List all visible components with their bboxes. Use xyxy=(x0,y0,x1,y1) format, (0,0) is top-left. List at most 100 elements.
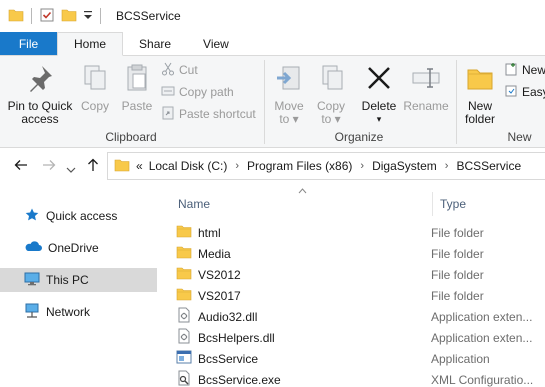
nav-item-label: Network xyxy=(46,305,91,319)
copy-to-label-2: to ▾ xyxy=(321,112,341,126)
address-folder-icon xyxy=(114,157,130,176)
folder-icon xyxy=(176,223,192,242)
move-to-icon xyxy=(270,62,308,97)
customize-toolbar-icon[interactable] xyxy=(83,9,93,24)
copy-label: Copy xyxy=(80,99,109,113)
file-list: Name Type html File folder Media File folde… xyxy=(160,186,545,387)
file-name: VS2012 xyxy=(198,267,241,282)
delete-dropdown-icon: ▾ xyxy=(376,114,382,124)
delete-button[interactable]: Delete ▾ xyxy=(360,62,398,126)
copy-button[interactable]: Copy xyxy=(78,62,112,113)
file-type: File folder xyxy=(431,267,484,282)
file-type: File folder xyxy=(431,288,484,303)
rename-icon xyxy=(402,62,450,97)
organize-group-label: Organize xyxy=(334,130,384,144)
back-arrow-icon[interactable] xyxy=(14,158,28,175)
delete-label: Delete xyxy=(361,99,397,113)
file-name-cell: html xyxy=(176,223,431,242)
file-row[interactable]: VS2012 File folder xyxy=(176,264,545,285)
breadcrumb-program-files[interactable]: Program Files (x86) xyxy=(247,159,352,173)
address-bar[interactable]: « Local Disk (C:) › Program Files (x86) … xyxy=(107,152,545,180)
easy-access-button[interactable]: Easy xyxy=(504,82,545,102)
file-row[interactable]: VS2017 File folder xyxy=(176,285,545,306)
pin-icon xyxy=(4,62,76,97)
new-item-icon xyxy=(504,62,518,79)
cloud-icon xyxy=(24,239,42,258)
move-to-label-2: to ▾ xyxy=(279,112,299,126)
paste-shortcut-button[interactable]: Paste shortcut xyxy=(161,104,256,124)
new-folder-qa-icon[interactable] xyxy=(61,7,77,26)
properties-icon[interactable] xyxy=(39,7,55,26)
file-name-cell: VS2012 xyxy=(176,265,431,284)
ribbon: Pin to Quick access Copy Paste Cut Copy … xyxy=(0,56,545,148)
star-icon xyxy=(24,207,40,226)
paste-icon xyxy=(118,62,156,97)
breadcrumb-separator-icon[interactable]: › xyxy=(445,160,449,172)
tab-home[interactable]: Home xyxy=(57,32,124,56)
breadcrumb-digasystem[interactable]: DigaSystem xyxy=(372,159,437,173)
file-name: Audio32.dll xyxy=(198,309,258,324)
breadcrumb-separator-icon[interactable]: › xyxy=(235,160,239,172)
new-item-button[interactable]: New xyxy=(504,60,545,80)
file-row[interactable]: Audio32.dll Application exten... xyxy=(176,306,545,327)
new-group-label: New xyxy=(507,130,532,144)
file-type: Application exten... xyxy=(431,309,533,324)
nav-item-network[interactable]: Network xyxy=(0,300,157,324)
paste-button[interactable]: Paste xyxy=(118,62,156,113)
tab-view[interactable]: View xyxy=(187,32,245,55)
copy-path-label: Copy path xyxy=(179,85,234,99)
separator xyxy=(31,8,32,24)
title-bar: BCSService xyxy=(0,0,545,32)
nav-item-label: This PC xyxy=(46,273,89,287)
forward-arrow-icon[interactable] xyxy=(42,158,56,175)
move-to-button[interactable]: Move to ▾ xyxy=(270,62,308,126)
breadcrumb-bcsservice[interactable]: BCSService xyxy=(456,159,521,173)
clipboard-group-label: Clipboard xyxy=(105,130,157,144)
nav-item-label: OneDrive xyxy=(48,241,99,255)
copy-to-button[interactable]: Copy to ▾ xyxy=(312,62,350,126)
column-header-name[interactable]: Name xyxy=(178,192,428,216)
address-overflow-button[interactable]: « xyxy=(136,159,143,173)
scissors-icon xyxy=(161,62,175,79)
file-row[interactable]: BcsService.exe XML Configuratio... xyxy=(176,369,545,387)
pin-to-quick-access-button[interactable]: Pin to Quick access xyxy=(4,62,76,126)
nav-item-onedrive[interactable]: OneDrive xyxy=(0,236,157,260)
file-row[interactable]: BcsHelpers.dll Application exten... xyxy=(176,327,545,348)
column-header-type[interactable]: Type xyxy=(440,192,545,216)
column-separator[interactable] xyxy=(432,192,433,216)
cut-button[interactable]: Cut xyxy=(161,60,198,80)
file-type: Application xyxy=(431,351,490,366)
new-item-label: New xyxy=(522,63,545,77)
new-folder-icon xyxy=(460,62,500,97)
copy-path-button[interactable]: Copy path xyxy=(161,82,234,102)
folder-icon xyxy=(176,286,192,305)
group-separator xyxy=(456,60,457,144)
navigation-bar: « Local Disk (C:) › Program Files (x86) … xyxy=(0,148,545,186)
delete-x-icon xyxy=(360,62,398,97)
breadcrumb-separator-icon[interactable]: › xyxy=(360,160,364,172)
up-arrow-icon[interactable] xyxy=(86,158,100,175)
separator xyxy=(100,8,101,24)
file-row[interactable]: html File folder xyxy=(176,222,545,243)
nav-item-quick-access[interactable]: Quick access xyxy=(0,204,157,228)
rename-button[interactable]: Rename xyxy=(402,62,450,113)
file-name-cell: Audio32.dll xyxy=(176,307,431,326)
paste-shortcut-label: Paste shortcut xyxy=(179,107,256,121)
paste-label: Paste xyxy=(121,99,153,113)
group-separator xyxy=(264,60,265,144)
dll-icon xyxy=(176,307,192,326)
tab-share[interactable]: Share xyxy=(123,32,187,55)
recent-locations-chevron-icon[interactable] xyxy=(66,161,76,177)
file-name: BcsHelpers.dll xyxy=(198,330,275,345)
new-folder-button[interactable]: New folder xyxy=(460,62,500,126)
cut-label: Cut xyxy=(179,63,198,77)
file-row[interactable]: BcsService Application xyxy=(176,348,545,369)
tab-file[interactable]: File xyxy=(0,32,57,55)
nav-item-this-pc[interactable]: This PC xyxy=(0,268,157,292)
folder-icon xyxy=(8,7,24,26)
nav-item-label: Quick access xyxy=(46,209,118,223)
app-icon xyxy=(176,349,192,368)
file-row[interactable]: Media File folder xyxy=(176,243,545,264)
file-type: File folder xyxy=(431,246,484,261)
breadcrumb-local-disk[interactable]: Local Disk (C:) xyxy=(149,159,228,173)
